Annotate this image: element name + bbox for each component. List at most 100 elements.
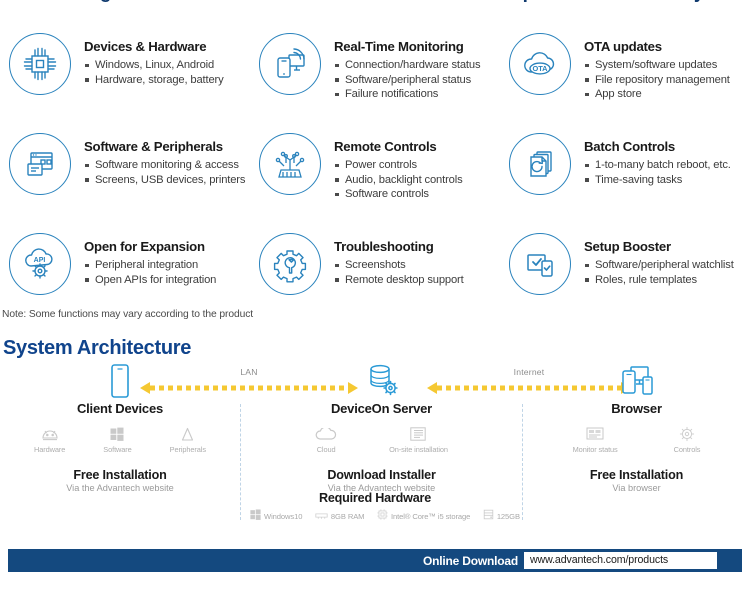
feature-item: 1-to-many batch reboot, etc. xyxy=(584,158,731,173)
feature-title: Setup Booster xyxy=(584,239,671,254)
ota-cloud-icon: OTA xyxy=(509,33,571,95)
arch-node-browser: Browser Monitor status Controls Free Ins… xyxy=(523,362,750,493)
chip-icon xyxy=(9,33,71,95)
svg-text:OTA: OTA xyxy=(532,64,548,73)
subicon-controls: Controls xyxy=(673,425,701,454)
windows-logo-icon xyxy=(250,507,261,525)
feature-item: Screens, USB devices, printers xyxy=(84,173,245,188)
subicon-software: Software xyxy=(103,425,132,454)
required-hardware-title: Required Hardware xyxy=(318,491,432,505)
required-hardware-label: 8GB RAM xyxy=(330,511,365,521)
subicon-label: Controls xyxy=(673,445,701,454)
feature-item: Remote desktop support xyxy=(334,273,464,288)
feature-item: Peripheral integration xyxy=(84,258,216,273)
arch-subicons: Hardware Software Peripherals xyxy=(0,425,240,454)
feature-item: Open APIs for integration xyxy=(84,273,216,288)
feature-row: Devices & Hardware Windows, Linux, Andro… xyxy=(0,30,750,130)
feature-title: Software & Peripherals xyxy=(84,139,223,154)
required-hardware-item: Windows10 xyxy=(250,507,302,525)
required-hardware-item: Intel® Core™ i5 storage xyxy=(377,507,470,525)
api-cloud-icon: API xyxy=(9,233,71,295)
arch-subicons: Monitor status Controls xyxy=(523,425,750,454)
subicon-label: Monitor status xyxy=(572,445,618,454)
feature-text: Real-Time Monitoring Connection/hardware… xyxy=(321,30,481,102)
cloud-icon xyxy=(315,425,337,443)
subicon-label: On-site installation xyxy=(389,445,448,454)
feature-item: App store xyxy=(584,87,730,102)
feature-title: Open for Expansion xyxy=(84,239,205,254)
feature-text: Open for Expansion Peripheral integratio… xyxy=(71,230,216,287)
feature-item: Power controls xyxy=(334,158,463,173)
feature-item: System/software updates xyxy=(584,58,730,73)
product-note: Note: Some functions may vary according … xyxy=(2,309,254,320)
feature-item: Software controls xyxy=(334,187,463,202)
storage-icon xyxy=(483,507,494,525)
required-hardware-label: Intel® Core™ i5 storage xyxy=(390,511,471,521)
feature-item: Software/peripheral status xyxy=(334,73,480,88)
controls-gear-icon xyxy=(674,425,701,443)
feature-item: Software/peripheral watchlist xyxy=(584,258,734,273)
required-hardware-label: 125GB xyxy=(496,511,520,521)
subicon-hardware: Hardware xyxy=(34,425,65,454)
subicon-peripherals: Peripherals xyxy=(170,425,206,454)
online-download-label: Online Download xyxy=(423,553,518,568)
feature-card-troubleshooting: Troubleshooting Screenshots Remote deskt… xyxy=(250,230,500,330)
column-headings: Total Management Remote Access Operation… xyxy=(0,0,750,8)
required-hardware-row: Windows10 8GB RAM Intel® Core™ i5 storag… xyxy=(250,507,520,525)
subicon-label: Hardware xyxy=(34,445,66,454)
software-peripherals-icon xyxy=(9,133,71,195)
tablet-icon xyxy=(0,362,240,398)
feature-text: Software & Peripherals Software monitori… xyxy=(71,130,245,187)
install-title: Download Installer xyxy=(327,468,436,482)
feature-item: File repository management xyxy=(584,73,730,88)
install-title: Free Installation xyxy=(589,468,684,482)
feature-card-software-peripherals: Software & Peripherals Software monitori… xyxy=(0,130,250,230)
feature-title: Batch Controls xyxy=(584,139,676,154)
subicon-label: Cloud xyxy=(316,445,336,454)
feature-card-devices-hardware: Devices & Hardware Windows, Linux, Andro… xyxy=(0,30,250,130)
feature-card-batch-controls: Batch Controls 1-to-many batch reboot, e… xyxy=(500,130,750,230)
feature-text: OTA updates System/software updates File… xyxy=(571,30,730,102)
feature-title: OTA updates xyxy=(584,39,662,54)
feature-title: Devices & Hardware xyxy=(84,39,207,54)
realtime-monitor-icon xyxy=(259,33,321,95)
setup-booster-icon xyxy=(509,233,571,295)
arch-node-label: Client Devices xyxy=(76,401,164,416)
feature-text: Setup Booster Software/peripheral watchl… xyxy=(571,230,734,287)
arch-node-client-devices: Client Devices Hardware Software Periphe… xyxy=(0,362,240,493)
devices-browser-icon xyxy=(523,362,750,398)
ram-icon xyxy=(315,507,328,525)
feature-item: Audio, backlight controls xyxy=(334,173,463,188)
feature-item: Time-saving tasks xyxy=(584,173,731,188)
feature-row: Software & Peripherals Software monitori… xyxy=(0,130,750,230)
troubleshooting-gear-icon xyxy=(259,233,321,295)
feature-title: Real-Time Monitoring xyxy=(334,39,464,54)
feature-item: Failure notifications xyxy=(334,87,480,102)
cpu-icon xyxy=(377,507,388,525)
android-icon xyxy=(34,425,65,443)
feature-card-remote-controls: Remote Controls Power controls Audio, ba… xyxy=(250,130,500,230)
feature-text: Remote Controls Power controls Audio, ba… xyxy=(321,130,463,202)
required-hardware-label: Windows10 xyxy=(264,511,303,521)
feature-item: Windows, Linux, Android xyxy=(84,58,224,73)
required-hardware-item: 8GB RAM xyxy=(315,507,365,525)
feature-item: Hardware, storage, battery xyxy=(84,73,224,88)
arch-node-deviceon-server: DeviceOn Server Cloud On-site installati… xyxy=(241,362,522,493)
subicon-monitor-status: Monitor status xyxy=(573,425,618,454)
subicon-onsite: On-site installation xyxy=(389,425,448,454)
arch-node-label: Browser xyxy=(611,401,662,416)
batch-controls-icon xyxy=(509,133,571,195)
feature-item: Connection/hardware status xyxy=(334,58,481,73)
windows-icon xyxy=(103,425,131,443)
column-heading-remote-access: Remote Access xyxy=(250,0,500,8)
devieon-datasheet-page: Total Management Remote Access Operation… xyxy=(0,0,750,591)
feature-item: Screenshots xyxy=(334,258,464,273)
online-download-bar: Online Download www.advantech.com/produc… xyxy=(8,549,742,572)
onsite-icon xyxy=(389,425,448,443)
online-download-url[interactable]: www.advantech.com/products xyxy=(524,552,717,569)
feature-text: Devices & Hardware Windows, Linux, Andro… xyxy=(71,30,224,87)
subicon-label: Peripherals xyxy=(169,445,206,454)
feature-card-ota-updates: OTA OTA updates System/software updates … xyxy=(500,30,750,130)
subicon-label: Software xyxy=(103,445,132,454)
remote-controls-icon xyxy=(259,133,321,195)
